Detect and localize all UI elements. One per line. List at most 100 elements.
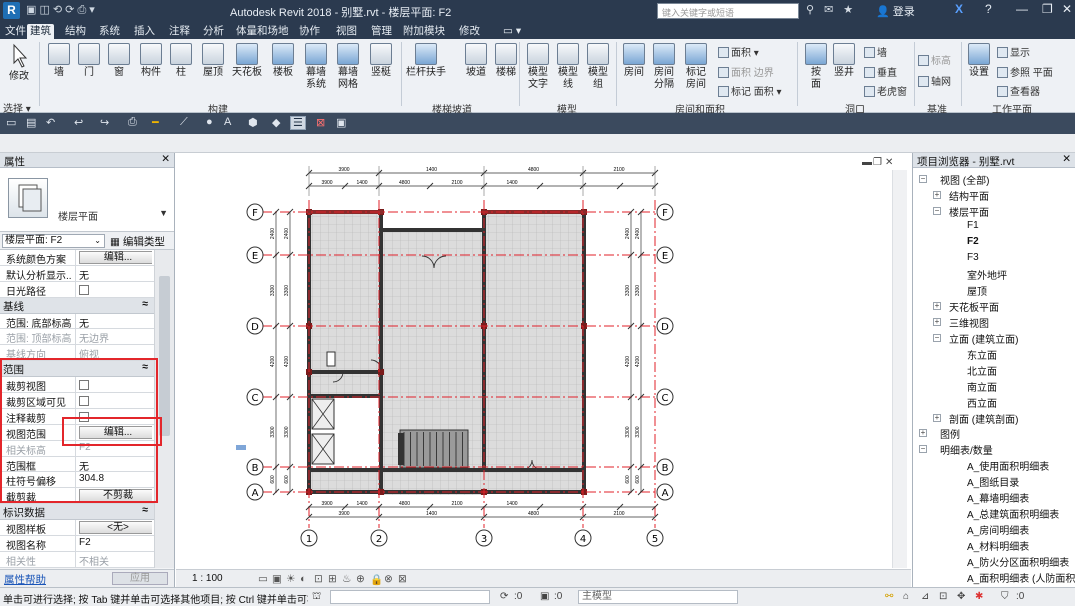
worksets-icon[interactable]: ⛫ [312,591,321,604]
view-restore-icon[interactable]: ❐ [873,157,882,168]
browser-node[interactable]: A_材料明细表 [967,538,1029,553]
tab-7[interactable]: 体量和场地 [233,24,292,39]
ribbon-small-work_small-1[interactable]: 参照 平面 [997,64,1053,79]
ribbon-btn-opening-1[interactable]: 竖井 [830,43,858,79]
design-option-field[interactable]: 主模型 [578,590,738,604]
select-by-face-icon[interactable]: ⊡ [939,591,947,602]
undo-icon[interactable]: ↩ [74,116,83,129]
ribbon-btn-build-4[interactable]: 柱 [166,43,196,79]
select-pinned-icon[interactable]: ⊿ [921,591,929,602]
tab-1[interactable]: 建筑 [27,24,54,39]
view-close-icon[interactable]: ✕ [885,157,893,168]
prop-group[interactable]: 标识数据 ≈ [0,504,174,521]
ribbon-btn-model-0[interactable]: 模型 文字 [523,43,553,91]
ribbon-small-datum_small-0[interactable]: 标高 [918,52,951,67]
ribbon-btn-build-10[interactable]: 竖梃 [366,43,396,79]
ribbon-btn-build-9[interactable]: 幕墙 网格 [333,43,363,91]
browser-node[interactable]: 北立面 [967,363,997,378]
expand-toggle-icon[interactable]: + [919,429,927,438]
login-button[interactable]: 👤 登录 [876,3,915,19]
type-selector[interactable]: 楼层平面 ▼ [0,168,174,232]
binoculars-icon[interactable]: ⚲ [806,3,814,16]
ribbon-btn-opening-0[interactable]: 按 面 [802,43,830,91]
tab-0[interactable]: 文件 [2,24,29,39]
browser-node[interactable]: A_总建筑面积明细表 [967,506,1059,521]
ribbon-btn-build-3[interactable]: 构件 [136,43,166,79]
ribbon-btn-build-5[interactable]: 屋顶 [198,43,228,79]
prop-value[interactable] [75,281,152,297]
minimize-button[interactable]: — [1016,2,1028,16]
prop-button[interactable]: 编辑... [79,251,152,264]
select-links-icon[interactable]: ⚯ [885,591,893,602]
browser-node[interactable]: 南立面 [967,379,997,394]
browser-node[interactable]: F3 [967,252,979,263]
detail-level-icon[interactable]: ▭ [258,573,268,585]
ribbon-btn-build-7[interactable]: 楼板 [268,43,298,79]
browser-node[interactable]: A_房间明细表 [967,522,1029,537]
drag-elements-icon[interactable]: ✥ [957,591,965,602]
contextual-tab-icon[interactable]: ▭ ▾ [500,24,524,39]
tab-10[interactable]: 管理 [368,24,395,39]
view-scale[interactable]: 1 : 100 [192,573,223,584]
ribbon-btn-room-1[interactable]: 房间 分隔 [649,43,679,91]
drawing-area[interactable]: 1 2 3 4 5 F F E E D D C C B B A A 3900 1400 4800 2100 3900 140… [176,153,911,569]
browser-node[interactable]: A_面积明细表 (人防面积) [967,570,1075,585]
analytical-icon[interactable]: ⊗ [384,573,393,585]
ribbon-btn-model-1[interactable]: 模型 线 [553,43,583,91]
ribbon-small-room_small-1[interactable]: 面积 边界 [718,64,774,79]
browser-node[interactable]: 明细表/数量 [940,442,993,457]
browser-node[interactable]: F2 [967,236,979,247]
tab-3[interactable]: 系统 [96,24,123,39]
measure-icon[interactable]: ━ [152,116,159,129]
browser-node[interactable]: 天花板平面 [949,299,999,314]
open-icon[interactable]: ▭ [6,116,16,129]
lock-view-icon[interactable]: 🔒 [370,573,383,586]
3d-view-icon[interactable]: ⬢ [248,116,258,129]
ribbon-small-work_small-2[interactable]: 查看器 [997,83,1040,98]
switch-windows-icon[interactable]: ▣ [336,116,346,129]
prop-value[interactable]: F2 [75,536,152,552]
browser-node[interactable]: 结构平面 [949,188,989,203]
expand-toggle-icon[interactable]: + [933,190,941,199]
filter-icon[interactable]: ⛉ [1001,591,1009,602]
temp-hide-icon[interactable]: ♨ [342,573,351,585]
ribbon-btn-work-0[interactable]: 设置 [965,43,993,79]
quick-access-icons[interactable]: ▣ ◫ ⟲ ⟳ ⎙ ▾ [26,3,95,17]
ribbon-small-work_small-0[interactable]: 显示 [997,44,1030,59]
ribbon-small-opening_small-1[interactable]: 垂直 [864,64,897,79]
crop-region-icon[interactable]: ⊞ [328,573,337,585]
expand-toggle-icon[interactable]: + [933,318,941,327]
save-icon[interactable]: ▤ [26,116,36,129]
ribbon-btn-build-2[interactable]: 窗 [104,43,134,79]
browser-node[interactable]: 三维视图 [949,315,989,330]
ribbon-btn-build-0[interactable]: 墙 [44,43,74,79]
prop-group[interactable]: 基线 ≈ [0,297,174,314]
close-icon[interactable]: ✕ [161,153,170,165]
tab-9[interactable]: 视图 [333,24,360,39]
ribbon-btn-model-2[interactable]: 模型 组 [583,43,613,91]
visual-style-icon[interactable]: ▣ [272,573,282,585]
browser-node[interactable]: 东立面 [967,347,997,362]
browser-node[interactable]: A_幕墙明细表 [967,490,1029,505]
ribbon-small-room_small-2[interactable]: 标记 面积 ▾ [718,83,782,98]
expand-toggle-icon[interactable]: − [933,334,941,342]
help-icon[interactable]: ? [985,2,992,16]
prop-value[interactable]: 无 [75,313,152,329]
canvas-scrollbar[interactable] [892,170,907,568]
browser-node[interactable]: A_防火分区面积明细表 [967,554,1069,569]
select-underlay-icon[interactable]: ⌂ [903,591,909,602]
thin-lines-icon[interactable]: ☰ [290,116,306,130]
editable-icon[interactable]: ▣ [540,591,549,602]
revit-logo[interactable]: R [3,2,20,19]
search-input[interactable]: 键入关键字或短语 [657,3,799,19]
star-icon[interactable]: ★ [843,3,853,16]
tab-8[interactable]: 协作 [296,24,323,39]
background-process-icon[interactable]: ✱ [975,591,983,602]
close-button[interactable]: ✕ [1062,2,1072,16]
edit-type-button[interactable]: ▦ 编辑类型 [110,234,165,249]
crop-view-icon[interactable]: ⊡ [314,573,323,585]
ribbon-btn-stairs-2[interactable]: 楼梯 [486,43,526,79]
print-icon[interactable]: ⎙ [128,116,137,129]
collapse-icon[interactable]: ≈ [142,298,148,310]
expand-toggle-icon[interactable]: + [933,302,941,311]
